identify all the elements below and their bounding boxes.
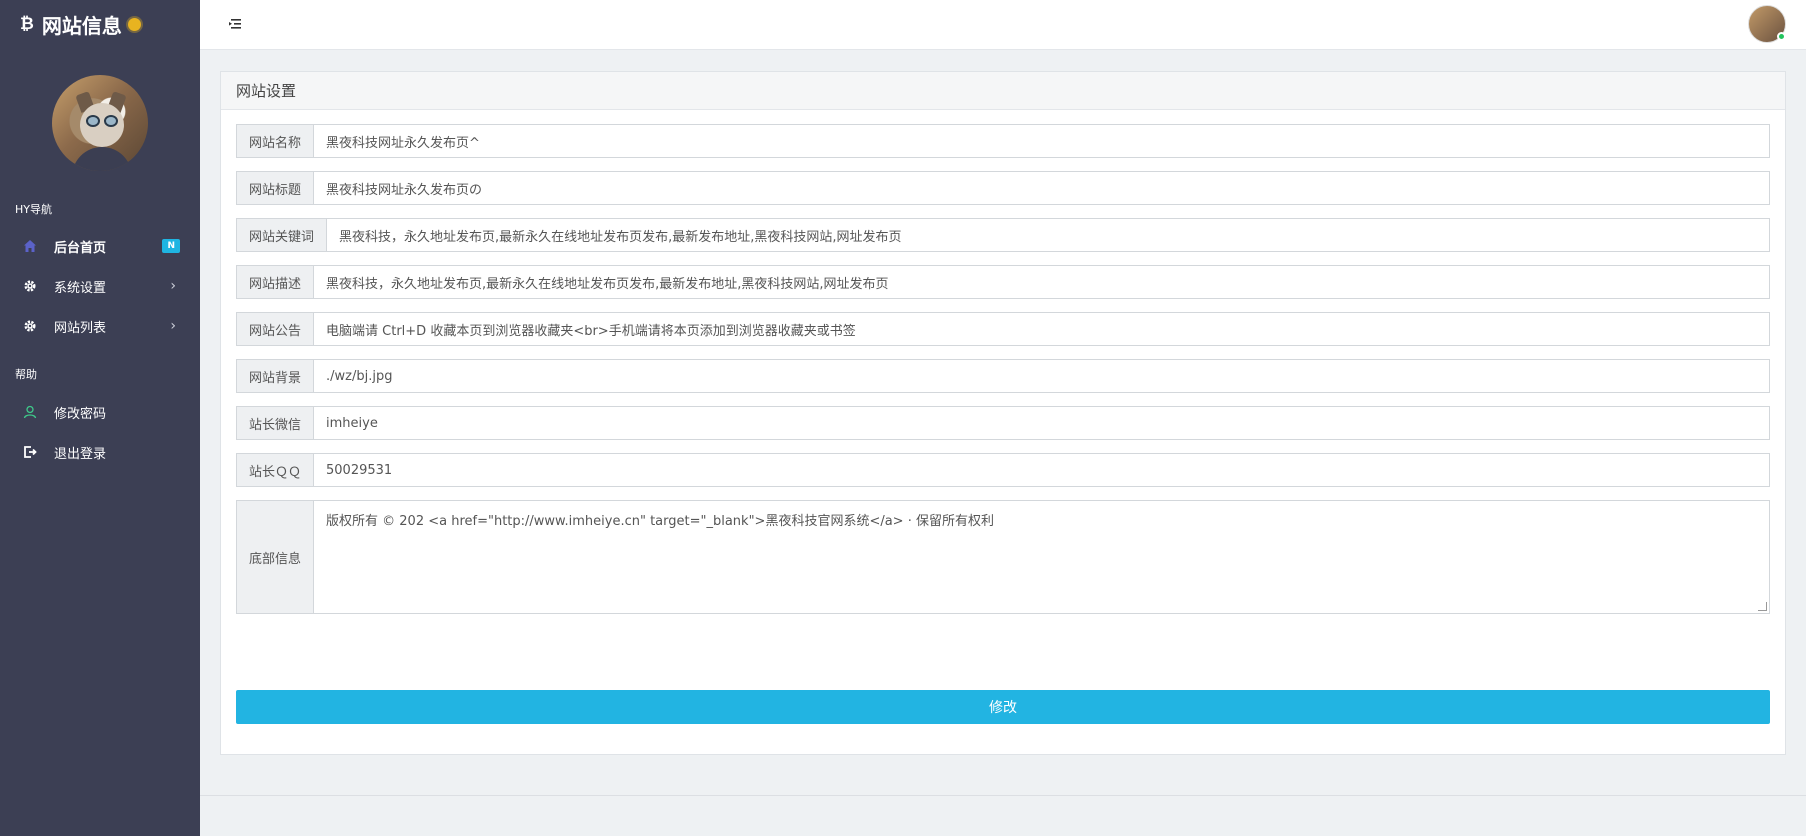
menu-toggle-icon[interactable] <box>228 17 244 31</box>
form-row-site-title: 网站标题 黑夜科技网址永久发布页の <box>236 171 1770 205</box>
site-name-input[interactable]: 黑夜科技网址永久发布页^ <box>313 124 1770 158</box>
sidebar-item-label: 退出登录 <box>54 446 107 462</box>
user-avatar[interactable] <box>1748 5 1786 43</box>
gear-icon <box>22 318 38 334</box>
field-label: 网站名称 <box>236 124 314 158</box>
footer-textarea[interactable]: 版权所有 © 202 <a href="http://www.imheiye.c… <box>313 500 1770 614</box>
section-title-nav: HY导航 <box>15 203 52 216</box>
form-row-wechat: 站长微信 imheiye <box>236 406 1770 440</box>
sidebar-item-label: 修改密码 <box>54 406 107 422</box>
announcement-input[interactable]: 电脑端请 Ctrl+D 收藏本页到浏览器收藏夹<br>手机端请将本页添加到浏览器… <box>313 312 1770 346</box>
sun-icon <box>127 17 141 31</box>
form-row-background: 网站背景 ./wz/bj.jpg <box>236 359 1770 393</box>
sidebar-item-label: 网站列表 <box>54 320 107 336</box>
form-row-site-name: 网站名称 黑夜科技网址永久发布页^ <box>236 124 1770 158</box>
bitcoin-icon: ₿ <box>20 14 34 34</box>
resize-handle-icon[interactable] <box>1758 602 1767 611</box>
sidebar-item-label: 后台首页 <box>54 240 107 256</box>
qq-input[interactable]: 50029531 <box>313 453 1770 487</box>
sidebar: ₿ 网站信息 HY导航 后台首页 N 系统设置 › 网站列表 › 帮助 修改密码… <box>0 0 200 836</box>
sidebar-item-system-settings[interactable]: 系统设置 › <box>0 266 200 306</box>
panel-title: 网站设置 <box>221 72 1785 110</box>
keywords-input[interactable]: 黑夜科技，永久地址发布页,最新永久在线地址发布页发布,最新发布地址,黑夜科技网站… <box>326 218 1770 252</box>
logout-icon <box>22 444 38 460</box>
chevron-right-icon: › <box>170 318 176 334</box>
avatar <box>52 75 148 171</box>
field-label: 网站标题 <box>236 171 314 205</box>
home-icon <box>22 238 38 254</box>
online-status-icon <box>1777 32 1786 41</box>
page-footer <box>200 795 1806 836</box>
site-title-input[interactable]: 黑夜科技网址永久发布页の <box>313 171 1770 205</box>
sidebar-item-logout[interactable]: 退出登录 <box>0 432 200 472</box>
chevron-right-icon: › <box>170 278 176 294</box>
brand[interactable]: ₿ 网站信息 <box>0 0 200 48</box>
new-badge: N <box>162 239 180 253</box>
background-input[interactable]: ./wz/bj.jpg <box>313 359 1770 393</box>
form-row-qq: 站长ＱＱ 50029531 <box>236 453 1770 487</box>
sidebar-item-site-list[interactable]: 网站列表 › <box>0 306 200 346</box>
form-row-description: 网站描述 黑夜科技，永久地址发布页,最新永久在线地址发布页发布,最新发布地址,黑… <box>236 265 1770 299</box>
wechat-input[interactable]: imheiye <box>313 406 1770 440</box>
form-row-announcement: 网站公告 电脑端请 Ctrl+D 收藏本页到浏览器收藏夹<br>手机端请将本页添… <box>236 312 1770 346</box>
sidebar-item-change-password[interactable]: 修改密码 <box>0 392 200 432</box>
field-label: 底部信息 <box>236 500 314 614</box>
sidebar-item-label: 系统设置 <box>54 280 107 296</box>
field-label: 网站描述 <box>236 265 314 299</box>
section-title-help: 帮助 <box>15 368 37 381</box>
field-label: 网站背景 <box>236 359 314 393</box>
field-label: 站长微信 <box>236 406 314 440</box>
settings-panel: 网站设置 网站名称 黑夜科技网址永久发布页^ 网站标题 黑夜科技网址永久发布页の… <box>220 71 1786 755</box>
description-input[interactable]: 黑夜科技，永久地址发布页,最新永久在线地址发布页发布,最新发布地址,黑夜科技网站… <box>313 265 1770 299</box>
sidebar-item-dashboard[interactable]: 后台首页 N <box>0 226 200 266</box>
topbar <box>200 0 1806 50</box>
brand-title: 网站信息 <box>41 13 122 38</box>
form-row-keywords: 网站关键词 黑夜科技，永久地址发布页,最新永久在线地址发布页发布,最新发布地址,… <box>236 218 1770 252</box>
field-label: 网站公告 <box>236 312 314 346</box>
gear-icon <box>22 278 38 294</box>
footer-textarea-value: 版权所有 © 202 <a href="http://www.imheiye.c… <box>326 514 994 529</box>
submit-button[interactable]: 修改 <box>236 690 1770 724</box>
field-label: 网站关键词 <box>236 218 327 252</box>
form-row-footer: 底部信息 版权所有 © 202 <a href="http://www.imhe… <box>236 500 1770 614</box>
user-icon <box>22 404 38 420</box>
field-label: 站长ＱＱ <box>236 453 314 487</box>
